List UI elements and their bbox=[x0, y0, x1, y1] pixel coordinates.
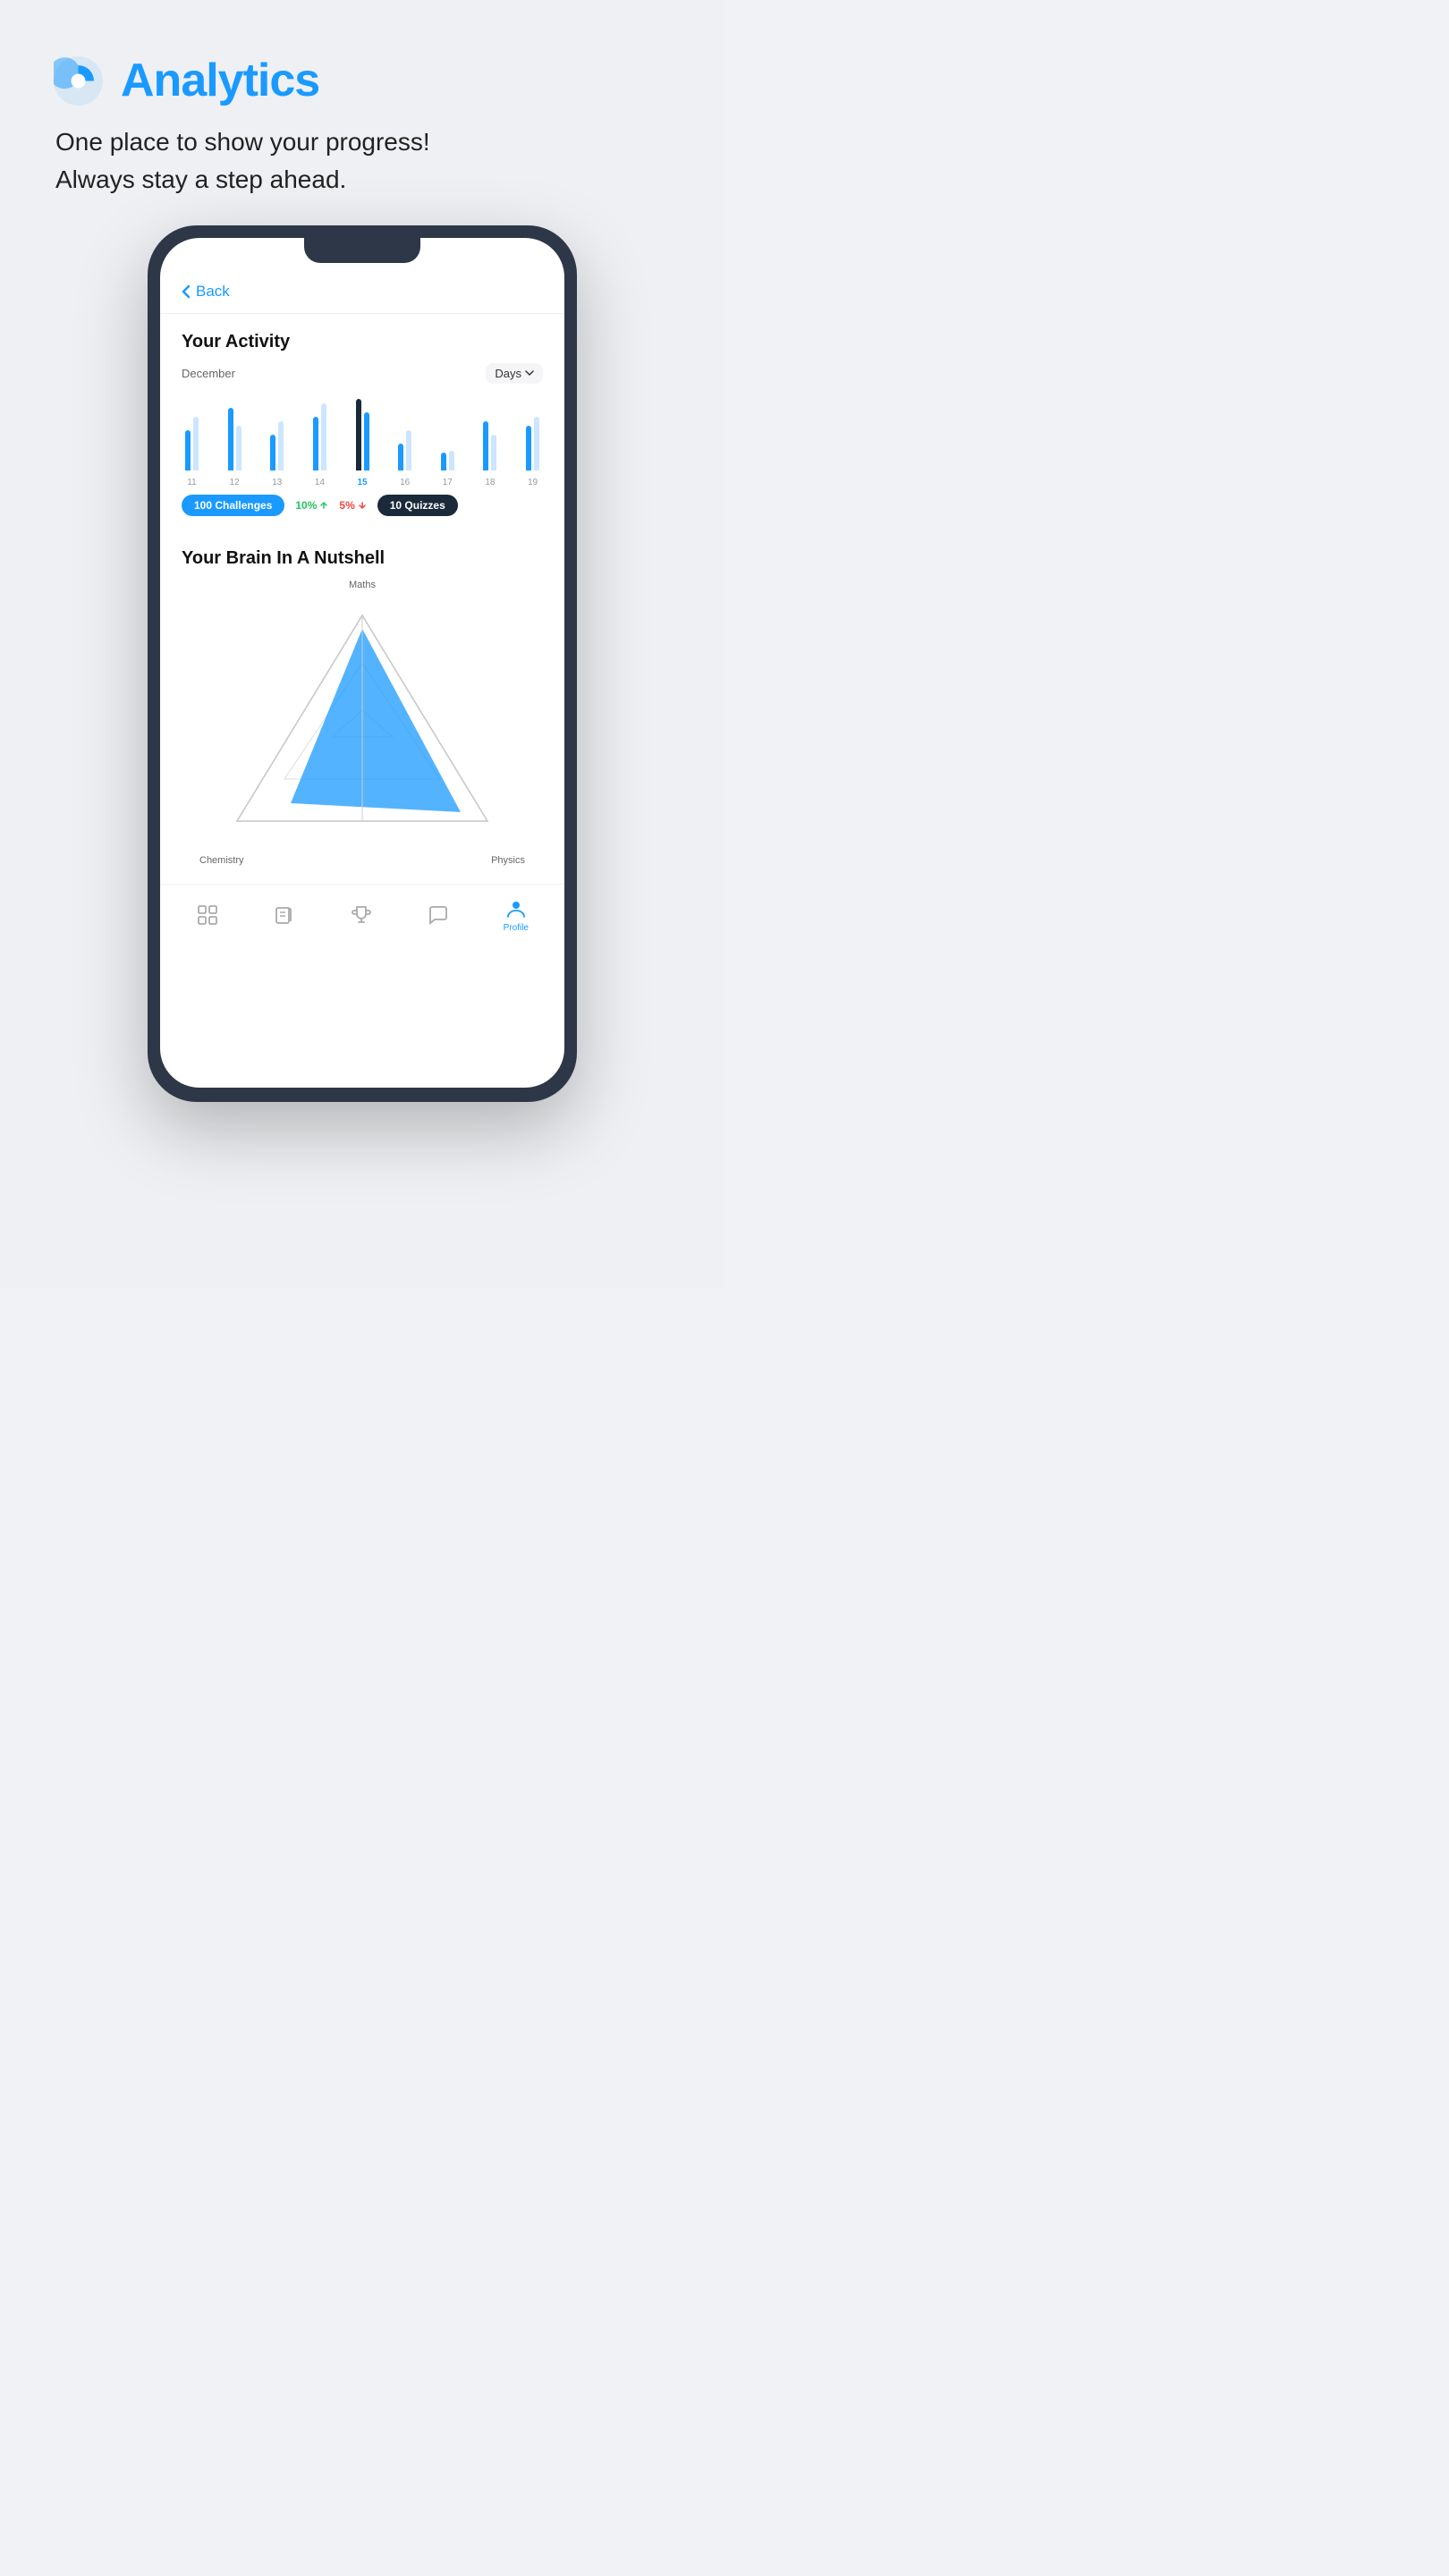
brain-title: Your Brain In A Nutshell bbox=[182, 548, 543, 569]
nav-item-home[interactable] bbox=[196, 903, 219, 927]
bar bbox=[321, 403, 326, 470]
activity-section: Your Activity December Days bbox=[160, 314, 564, 530]
phone-screen: Back Your Activity December Days bbox=[160, 238, 564, 1088]
back-label: Back bbox=[196, 283, 230, 301]
page-container: Analytics One place to show your progres… bbox=[0, 0, 724, 1288]
screen-content: Back Your Activity December Days bbox=[160, 238, 564, 954]
month-row: December Days bbox=[182, 363, 543, 384]
bar-label: 12 bbox=[230, 478, 240, 487]
period-label: Days bbox=[495, 367, 521, 380]
chat-icon bbox=[427, 903, 450, 927]
profile-icon bbox=[504, 897, 528, 920]
bar-chart: 11 12 bbox=[182, 398, 543, 487]
phone-container: Back Your Activity December Days bbox=[54, 225, 671, 1102]
bar-label: 19 bbox=[528, 478, 538, 487]
profile-nav-label: Profile bbox=[504, 923, 529, 933]
bar bbox=[483, 421, 488, 470]
nav-item-book[interactable] bbox=[273, 903, 296, 927]
bar bbox=[441, 453, 446, 470]
bar-group-18: 18 bbox=[483, 399, 496, 487]
activity-title: Your Activity bbox=[182, 332, 543, 352]
bar-group-17: 17 bbox=[441, 399, 454, 487]
grid-icon bbox=[196, 903, 219, 927]
arrow-up-icon bbox=[319, 501, 328, 510]
bar-label: 13 bbox=[272, 478, 282, 487]
bar-group-12: 12 bbox=[228, 399, 242, 487]
header-section: Analytics One place to show your progres… bbox=[54, 54, 671, 199]
book-icon bbox=[273, 903, 296, 927]
nav-item-profile[interactable]: Profile bbox=[504, 897, 529, 933]
chart-label-chemistry: Chemistry bbox=[199, 855, 244, 866]
bar bbox=[278, 421, 284, 470]
bar-group-15: 15 bbox=[356, 399, 369, 487]
bar bbox=[356, 399, 361, 470]
brain-section: Your Brain In A Nutshell Maths bbox=[160, 530, 564, 884]
bar-group-14: 14 bbox=[313, 399, 326, 487]
bar-label: 16 bbox=[400, 478, 410, 487]
green-percent-badge: 10% bbox=[295, 499, 328, 512]
bar-label: 18 bbox=[485, 478, 495, 487]
bar-label: 14 bbox=[315, 478, 325, 487]
back-button[interactable]: Back bbox=[182, 283, 543, 301]
arrow-down-icon bbox=[358, 501, 367, 510]
chart-label-maths: Maths bbox=[349, 580, 376, 590]
nav-item-chat[interactable] bbox=[427, 903, 450, 927]
bar-group-13: 13 bbox=[270, 399, 284, 487]
bottom-nav: Profile bbox=[160, 884, 564, 954]
red-percent-badge: 5% bbox=[339, 499, 366, 512]
page-title: Analytics bbox=[121, 54, 319, 107]
chevron-left-icon bbox=[182, 284, 191, 299]
analytics-icon bbox=[54, 56, 103, 106]
chevron-down-icon bbox=[525, 370, 534, 377]
radar-chart bbox=[219, 589, 505, 857]
bar-group-16: 16 bbox=[398, 399, 411, 487]
trophy-icon bbox=[350, 903, 373, 927]
brain-chart-container: Maths bbox=[182, 580, 543, 866]
bar bbox=[193, 417, 199, 470]
title-row: Analytics bbox=[54, 54, 671, 107]
bar bbox=[236, 426, 242, 470]
subtitle: One place to show your progress! Always … bbox=[55, 123, 671, 199]
bar bbox=[534, 417, 539, 470]
bar bbox=[228, 408, 233, 470]
nav-item-trophy[interactable] bbox=[350, 903, 373, 927]
bar bbox=[398, 444, 403, 470]
phone-notch bbox=[304, 238, 420, 263]
bar-label: 11 bbox=[187, 478, 196, 487]
bar bbox=[449, 451, 454, 470]
stats-row: 100 Challenges 10% 5% bbox=[182, 495, 543, 516]
bar bbox=[491, 435, 496, 470]
bar bbox=[313, 417, 318, 470]
bar-label-active: 15 bbox=[357, 478, 367, 487]
month-label: December bbox=[182, 367, 235, 380]
bar bbox=[526, 426, 531, 470]
bar bbox=[270, 435, 275, 470]
bar-group-19: 19 bbox=[526, 399, 539, 487]
bar bbox=[364, 412, 369, 470]
bar-label: 17 bbox=[443, 478, 453, 487]
chart-label-physics: Physics bbox=[491, 855, 525, 866]
bar bbox=[406, 430, 411, 470]
quizzes-badge: 10 Quizzes bbox=[377, 495, 458, 516]
phone-frame: Back Your Activity December Days bbox=[148, 225, 577, 1102]
challenges-badge: 100 Challenges bbox=[182, 495, 284, 516]
days-dropdown[interactable]: Days bbox=[486, 363, 543, 384]
bar bbox=[185, 430, 191, 470]
bar-group-11: 11 bbox=[185, 399, 199, 487]
